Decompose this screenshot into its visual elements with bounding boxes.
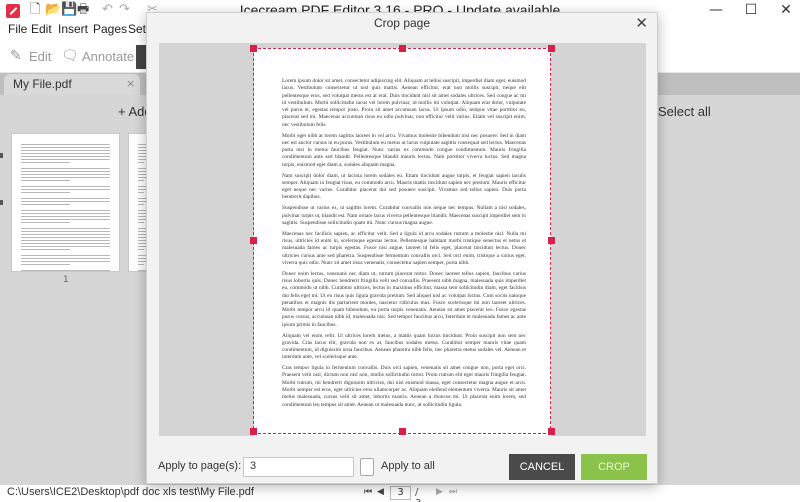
- thumbnail-text-line: [21, 213, 110, 214]
- page-thumbnail[interactable]: [11, 133, 120, 272]
- page-thumbnail-number: 1: [63, 275, 69, 285]
- thumbnail-text-line: [21, 192, 70, 193]
- thumbnail-text-line: [21, 147, 110, 148]
- apply-to-pages-label: Apply to page(s):: [158, 460, 242, 472]
- thumbnail-text-line: [21, 153, 110, 154]
- crop-button[interactable]: CROP: [581, 454, 647, 480]
- thumbnail-text-line: [21, 246, 110, 247]
- thumbnail-text-line: [21, 150, 110, 151]
- close-window-button[interactable]: ✕: [768, 0, 800, 20]
- select-all-button[interactable]: Select all: [658, 104, 711, 119]
- crop-handle-bottom-right[interactable]: [548, 428, 555, 435]
- thumbnail-text-line: [21, 258, 110, 259]
- thumbnail-text-line: [138, 264, 144, 265]
- thumbnail-text-line: [21, 159, 110, 160]
- thumbnail-text-line: [138, 192, 144, 193]
- thumbnail-text-line: [21, 204, 70, 205]
- thumbnail-text-line: [21, 231, 110, 232]
- thumbnail-text-line: [21, 180, 70, 181]
- thumbnail-text-line: [21, 255, 110, 256]
- thumbnail-text-line: [138, 222, 144, 223]
- tab-close-icon[interactable]: ×: [126, 77, 135, 90]
- apply-to-all-checkbox[interactable]: [360, 458, 374, 476]
- thumbnail-text-line: [21, 222, 70, 223]
- crop-handle-top[interactable]: [399, 45, 406, 52]
- crop-handle-top-left[interactable]: [250, 45, 257, 52]
- pencil-icon: ✎: [10, 48, 22, 64]
- comment-icon: 🗨: [61, 48, 79, 64]
- thumbnail-text-line: [21, 270, 110, 271]
- crop-rectangle[interactable]: [253, 48, 551, 434]
- thumbnail-text-line: [21, 249, 70, 250]
- thumbnail-text-line: [21, 243, 110, 244]
- scroll-marker: [0, 200, 3, 205]
- thumbnail-text-line: [21, 228, 110, 229]
- menu-insert[interactable]: Insert: [58, 22, 88, 36]
- thumbnail-text-line: [21, 186, 110, 187]
- thumbnail-text-line: [21, 201, 110, 202]
- thumbnail-text-line: [21, 264, 70, 265]
- thumbnail-text-line: [21, 168, 110, 169]
- thumbnail-text-line: [21, 198, 110, 199]
- menu-edit[interactable]: Edit: [31, 22, 52, 36]
- thumbnail-text-line: [21, 237, 110, 238]
- status-bar: C:\Users\ICE2\Desktop\pdf doc xls test\M…: [0, 485, 800, 502]
- prev-page-icon[interactable]: ◀: [377, 487, 384, 497]
- thumbnail-text-line: [21, 261, 110, 262]
- thumbnail-text-line: [21, 240, 110, 241]
- menu-pages[interactable]: Pages: [93, 22, 127, 36]
- thumbnail-text-line: [138, 249, 144, 250]
- dialog-title: Crop page: [373, 16, 431, 30]
- crop-handle-bottom[interactable]: [399, 428, 406, 435]
- maximize-button[interactable]: ☐: [733, 0, 769, 20]
- thumbnail-text-line: [21, 174, 110, 175]
- thumbnail-text-line: [21, 162, 70, 163]
- thumbnail-text-line: [21, 177, 110, 178]
- apply-to-pages-input[interactable]: 3: [243, 457, 354, 477]
- page-total: / 3: [415, 487, 421, 502]
- crop-preview-area: Lorem ipsum dolor sit amet, consectetur …: [159, 43, 646, 436]
- thumbnail-text-line: [138, 180, 144, 181]
- thumbnail-text-line: [21, 189, 110, 190]
- last-page-icon[interactable]: ⏭: [449, 487, 457, 497]
- minimize-button[interactable]: —: [698, 0, 734, 20]
- edit-tool-button[interactable]: Edit: [29, 49, 51, 64]
- dialog-close-icon[interactable]: ✕: [635, 14, 648, 32]
- crop-handle-right[interactable]: [548, 237, 555, 244]
- first-page-icon[interactable]: ⏮: [364, 487, 372, 497]
- tab-my-file[interactable]: My File.pdf ×: [4, 74, 140, 95]
- crop-page-dialog: Crop page ✕ Lorem ipsum dolor sit amet, …: [146, 12, 658, 484]
- tab-label: My File.pdf: [13, 77, 72, 91]
- file-path: C:\Users\ICE2\Desktop\pdf doc xls test\M…: [7, 486, 254, 498]
- crop-handle-top-right[interactable]: [548, 45, 555, 52]
- crop-handle-left[interactable]: [250, 237, 257, 244]
- next-page-icon[interactable]: ▶: [436, 487, 443, 497]
- menu-file[interactable]: File: [8, 22, 27, 36]
- page-number-input[interactable]: 3: [390, 486, 411, 500]
- apply-to-all-label[interactable]: Apply to all: [381, 460, 435, 472]
- thumbnail-text-line: [21, 156, 110, 157]
- crop-handle-bottom-left[interactable]: [250, 428, 257, 435]
- thumbnail-text-line: [21, 219, 110, 220]
- scroll-marker: [0, 153, 3, 158]
- thumbnail-text-line: [21, 171, 110, 172]
- cancel-button[interactable]: CANCEL: [509, 454, 575, 480]
- thumbnail-text-line: [21, 210, 110, 211]
- thumbnail-text-line: [21, 234, 110, 235]
- annotate-tool-button[interactable]: Annotate: [82, 49, 134, 64]
- thumbnail-text-line: [21, 216, 110, 217]
- thumbnail-text-line: [138, 162, 144, 163]
- thumbnail-text-line: [138, 204, 144, 205]
- thumbnail-text-line: [21, 144, 110, 145]
